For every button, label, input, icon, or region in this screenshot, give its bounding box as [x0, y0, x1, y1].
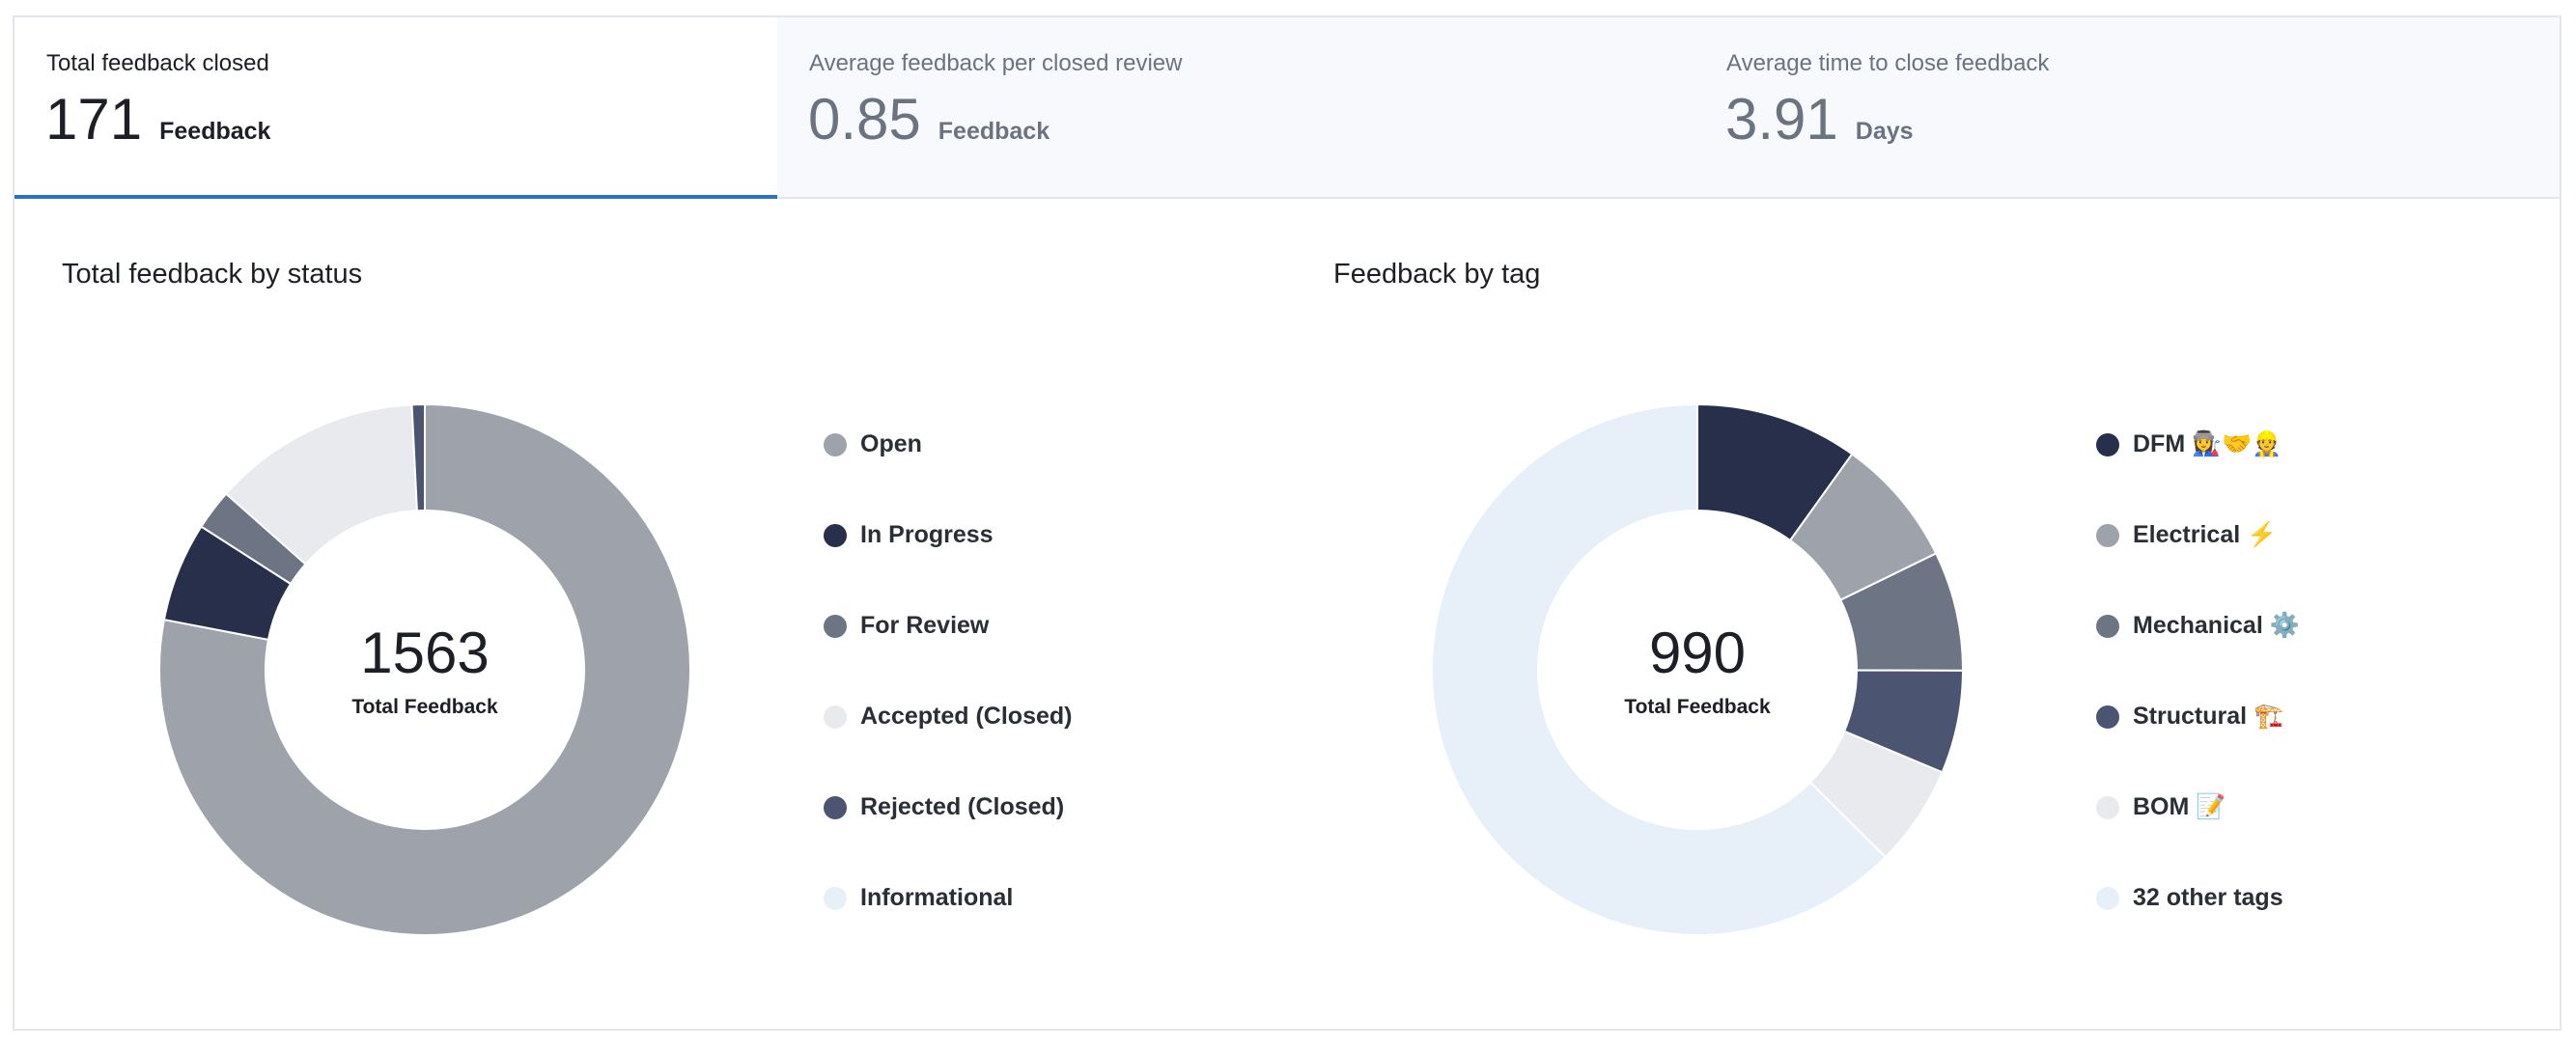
- stat-tabs: Total feedback closed 171 Feedback Avera…: [14, 17, 2560, 199]
- stat-tab-average-per-review[interactable]: Average feedback per closed review 0.85 …: [777, 17, 1694, 197]
- legend-item: Accepted (Closed): [824, 699, 1072, 789]
- legend-swatch: [824, 433, 847, 456]
- legend-swatch: [824, 887, 847, 910]
- legend-swatch: [2096, 796, 2119, 819]
- stat-label: Average time to close feedback: [1726, 50, 2050, 76]
- legend-item: Electrical ⚡: [2096, 517, 2300, 608]
- legend-label: 32 other tags: [2133, 884, 2283, 911]
- legend-swatch: [2096, 615, 2119, 638]
- legend-item: In Progress: [824, 517, 1072, 608]
- legend-label: Electrical ⚡: [2133, 521, 2278, 548]
- legend-item: Mechanical ⚙️: [2096, 608, 2300, 699]
- legend-label: Structural 🏗️: [2133, 703, 2284, 730]
- legend-swatch: [2096, 705, 2119, 729]
- legend-swatch: [824, 796, 847, 819]
- legend-item: Structural 🏗️: [2096, 699, 2300, 789]
- tag-chart-title: Feedback by tag: [1333, 259, 1541, 290]
- legend-swatch: [824, 524, 847, 547]
- stat-label: Total feedback closed: [46, 50, 269, 76]
- legend-item: Open: [824, 427, 1072, 517]
- legend-label: In Progress: [860, 521, 994, 548]
- legend-swatch: [824, 705, 847, 729]
- legend-swatch: [2096, 887, 2119, 910]
- tag-total-value: 990: [1648, 621, 1747, 685]
- status-total-value: 1563: [360, 621, 490, 685]
- analytics-panel: Total feedback closed 171 Feedback Avera…: [13, 15, 2562, 1031]
- stat-unit: Feedback: [159, 118, 271, 145]
- legend-label: DFM 👩‍🏭🤝👷: [2133, 430, 2282, 457]
- legend-label: For Review: [860, 612, 990, 639]
- stat-tab-average-time-to-close[interactable]: Average time to close feedback 3.91 Days: [1694, 17, 2560, 197]
- legend-label: Accepted (Closed): [860, 703, 1073, 730]
- legend-item: For Review: [824, 608, 1072, 699]
- legend-swatch: [2096, 433, 2119, 456]
- status-legend: Open In Progress For Review Accepted (Close…: [824, 427, 1072, 971]
- legend-label: Open: [860, 430, 922, 457]
- stat-value: 0.85: [808, 87, 921, 152]
- legend-swatch: [2096, 524, 2119, 547]
- status-total-label: Total Feedback: [351, 696, 498, 718]
- status-chart-title: Total feedback by status: [62, 259, 363, 290]
- legend-item: Informational: [824, 880, 1072, 971]
- stat-unit: Days: [1855, 118, 1914, 145]
- legend-item: 32 other tags: [2096, 880, 2300, 971]
- legend-item: BOM 📝: [2096, 789, 2300, 880]
- stat-tab-total-closed[interactable]: Total feedback closed 171 Feedback: [14, 17, 777, 199]
- stat-label: Average feedback per closed review: [809, 50, 1183, 76]
- stat-value: 171: [45, 87, 143, 152]
- legend-label: BOM 📝: [2133, 793, 2226, 820]
- legend-swatch: [824, 615, 847, 638]
- stat-value: 3.91: [1725, 87, 1838, 152]
- legend-item: DFM 👩‍🏭🤝👷: [2096, 427, 2300, 517]
- legend-label: Informational: [860, 884, 1014, 911]
- stat-unit: Feedback: [938, 118, 1050, 145]
- legend-label: Rejected (Closed): [860, 793, 1065, 820]
- legend-item: Rejected (Closed): [824, 789, 1072, 880]
- tag-legend: DFM 👩‍🏭🤝👷 Electrical ⚡ Mechanical ⚙️ Struct…: [2096, 427, 2300, 971]
- tag-total-label: Total Feedback: [1624, 696, 1771, 718]
- legend-label: Mechanical ⚙️: [2133, 612, 2300, 639]
